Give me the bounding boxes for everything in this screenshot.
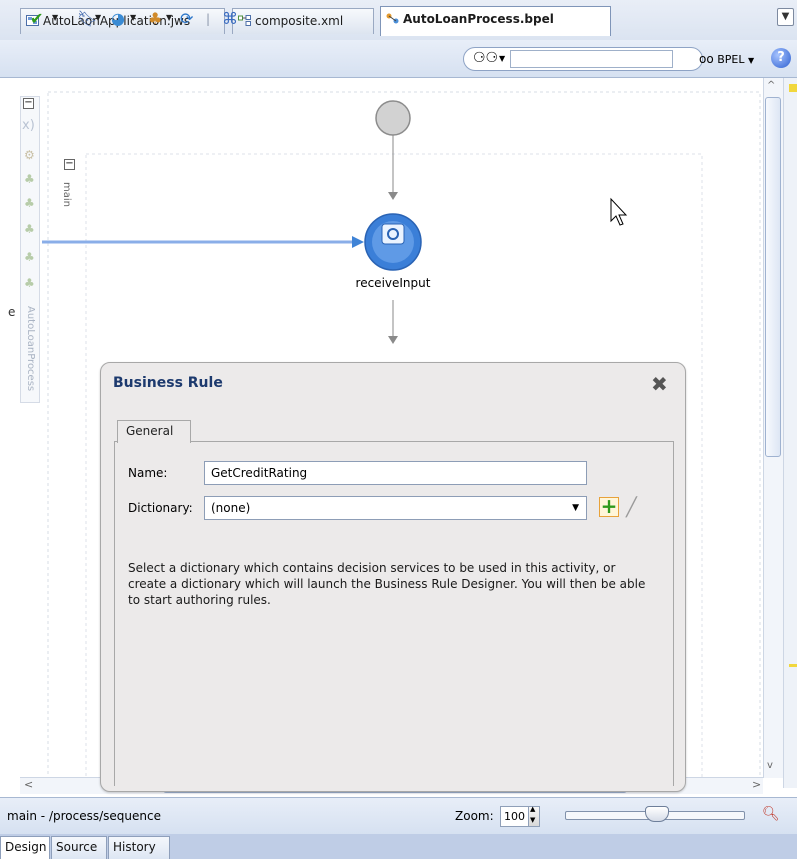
tab-autoloanprocess-bpel[interactable]: AutoLoanProcess.bpel bbox=[380, 6, 611, 36]
receive-input-label: receiveInput bbox=[355, 276, 431, 290]
tab-history[interactable]: History bbox=[108, 836, 170, 859]
tab-source[interactable]: Source bbox=[51, 836, 107, 859]
tab-label: AutoLoanProcess.bpel bbox=[403, 12, 554, 26]
status-path: main - /process/sequence bbox=[7, 809, 161, 823]
zoom-label: Zoom: bbox=[455, 809, 494, 823]
composite-icon bbox=[238, 15, 251, 26]
palette-icon[interactable]: ◕ bbox=[111, 9, 125, 29]
zoom-slider-knob[interactable] bbox=[645, 806, 669, 822]
dictionary-select[interactable]: (none) ▼ bbox=[204, 496, 587, 520]
vertical-scroll-thumb[interactable] bbox=[765, 97, 781, 457]
overview-strip bbox=[783, 78, 797, 788]
zoom-magnifier-icon[interactable]: 🔍︎ bbox=[762, 806, 780, 822]
process-name-label: AutoLoanProcess bbox=[25, 306, 36, 392]
scroll-left-arrow-icon[interactable]: < bbox=[24, 778, 33, 791]
chevron-down-icon[interactable]: ▼ bbox=[499, 54, 505, 63]
validate-checkmark-icon[interactable]: ✔ bbox=[30, 9, 43, 29]
spinner-down-icon[interactable]: ▼ bbox=[530, 816, 535, 824]
toolbar-separator: | bbox=[206, 12, 211, 26]
close-icon[interactable]: ✖ bbox=[651, 372, 668, 396]
scroll-down-arrow-icon[interactable]: v bbox=[767, 760, 773, 771]
chevron-down-icon[interactable]: ▼ bbox=[52, 13, 58, 22]
partner-link-icon[interactable]: ♣ bbox=[24, 222, 35, 236]
refresh-icon[interactable]: ⟳ bbox=[180, 9, 193, 29]
bpel-menu-button[interactable]: oo BPEL ▼ bbox=[699, 50, 754, 70]
tab-design[interactable]: Design bbox=[0, 836, 50, 859]
partner-link-icon[interactable]: ♣ bbox=[24, 196, 35, 210]
search-input[interactable] bbox=[510, 50, 673, 68]
collapse-main-scope-button[interactable]: − bbox=[64, 159, 75, 170]
dictionary-label: Dictionary: bbox=[128, 501, 193, 515]
glasses-icon: oo bbox=[699, 52, 714, 66]
zoom-spinner[interactable]: ▲ ▼ bbox=[528, 805, 540, 827]
clipped-text: e bbox=[8, 305, 16, 319]
partner-link-icon[interactable]: ♣ bbox=[24, 172, 35, 186]
bpel-menu-label: BPEL bbox=[717, 53, 745, 66]
auto-layout-icon[interactable]: ⌘ bbox=[222, 9, 238, 29]
correlation-icon[interactable]: ⚙ bbox=[24, 148, 35, 162]
spinner-up-icon[interactable]: ▲ bbox=[530, 805, 535, 813]
tab-label: composite.xml bbox=[255, 14, 344, 28]
main-scope-label: main bbox=[61, 182, 72, 207]
variables-icon[interactable]: x) bbox=[22, 118, 35, 133]
overview-marker bbox=[789, 84, 797, 92]
collapse-process-button[interactable]: − bbox=[23, 98, 34, 109]
binoculars-icon[interactable]: ⚆⚆ bbox=[473, 50, 498, 66]
tab-composite-xml[interactable]: composite.xml bbox=[232, 8, 374, 34]
bpel-process-icon bbox=[386, 13, 399, 24]
scroll-up-arrow-icon[interactable]: ^ bbox=[767, 80, 775, 91]
tab-general[interactable]: General bbox=[117, 420, 191, 443]
scroll-right-arrow-icon[interactable]: > bbox=[752, 778, 761, 791]
overview-marker bbox=[789, 664, 797, 667]
chevron-down-icon[interactable]: ▼ bbox=[95, 13, 101, 22]
chevron-down-icon: ▼ bbox=[747, 56, 755, 65]
flow-arrowhead bbox=[388, 192, 398, 200]
help-icon[interactable]: ? bbox=[771, 48, 791, 68]
chevron-down-icon[interactable]: ▼ bbox=[130, 13, 136, 22]
partner-link-icon[interactable]: ♣ bbox=[24, 276, 35, 290]
flow-arrowhead bbox=[388, 336, 398, 344]
start-node bbox=[375, 100, 411, 136]
edit-pencil-icon[interactable]: ╱ bbox=[626, 497, 637, 518]
partner-link-icon[interactable]: ♣ bbox=[24, 250, 35, 264]
partner-link-arrowhead bbox=[352, 236, 364, 248]
chevron-down-icon[interactable]: ▼ bbox=[166, 13, 172, 22]
zoom-input[interactable]: 100 bbox=[500, 806, 529, 827]
help-text: Select a dictionary which contains decis… bbox=[128, 561, 646, 607]
mouse-pointer-icon bbox=[610, 197, 628, 226]
add-dictionary-icon[interactable]: + bbox=[599, 496, 619, 517]
chevron-down-icon: ▼ bbox=[781, 11, 790, 22]
dialog-title: Business Rule bbox=[113, 375, 223, 391]
general-tab-panel bbox=[114, 441, 674, 786]
name-label: Name: bbox=[128, 466, 168, 480]
name-field[interactable]: GetCreditRating bbox=[204, 461, 587, 485]
tab-list-menu-button[interactable]: ▼ bbox=[777, 8, 794, 26]
gear-icon bbox=[381, 223, 405, 245]
chevron-down-icon: ▼ bbox=[572, 503, 579, 513]
deploy-icon[interactable]: ♣ bbox=[148, 9, 162, 29]
